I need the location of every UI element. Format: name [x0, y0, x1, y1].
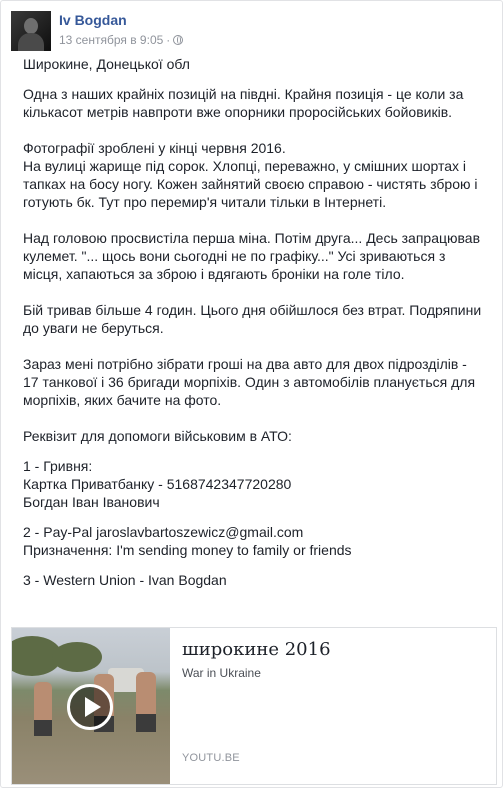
globe-icon[interactable] [173, 35, 184, 45]
meta-separator: · [166, 33, 171, 47]
post-paragraph: Фотографії зроблені у кінці червня 2016.… [23, 140, 478, 210]
post-paragraph: Реквізит для допомоги військовим в АТО: [23, 428, 292, 444]
facebook-post: Iv Bogdan 13 сентября в 9:05 · Широкине, … [0, 0, 503, 788]
post-paragraph: Бій тривав більше 4 годин. Цього дня обі… [23, 302, 482, 336]
play-icon[interactable] [67, 684, 113, 730]
post-meta: 13 сентября в 9:05 · [59, 33, 184, 47]
card-title[interactable]: широкине 2016 [182, 638, 482, 662]
post-paragraph: 3 - Western Union - Ivan Bogdan [23, 572, 227, 588]
post-paragraph: Одна з наших крайніх позицій на півдні. … [23, 86, 464, 120]
post-paragraph: Зараз мені потрібно зібрати гроші на два… [23, 356, 476, 408]
post-timestamp[interactable]: 13 сентября в 9:05 [59, 33, 163, 47]
video-link-card[interactable]: широкине 2016 War in Ukraine YOUTU.BE [11, 627, 497, 785]
card-subtitle: War in Ukraine [182, 666, 261, 680]
author-avatar[interactable] [11, 11, 51, 51]
post-text: Широкине, Донецької обл Одна з наших кра… [23, 55, 485, 607]
video-thumbnail[interactable] [12, 628, 170, 784]
card-domain: YOUTU.BE [182, 752, 240, 764]
post-paragraph: 2 - Pay-Pal jaroslavbartoszewicz@gmail.c… [23, 524, 352, 558]
post-paragraph: 1 - Гривня: Картка Приватбанку - 5168742… [23, 458, 292, 510]
author-name-link[interactable]: Iv Bogdan [59, 12, 127, 28]
post-paragraph: Над головою просвистіла перша міна. Поті… [23, 230, 481, 282]
post-paragraph: Широкине, Донецької обл [23, 56, 190, 72]
